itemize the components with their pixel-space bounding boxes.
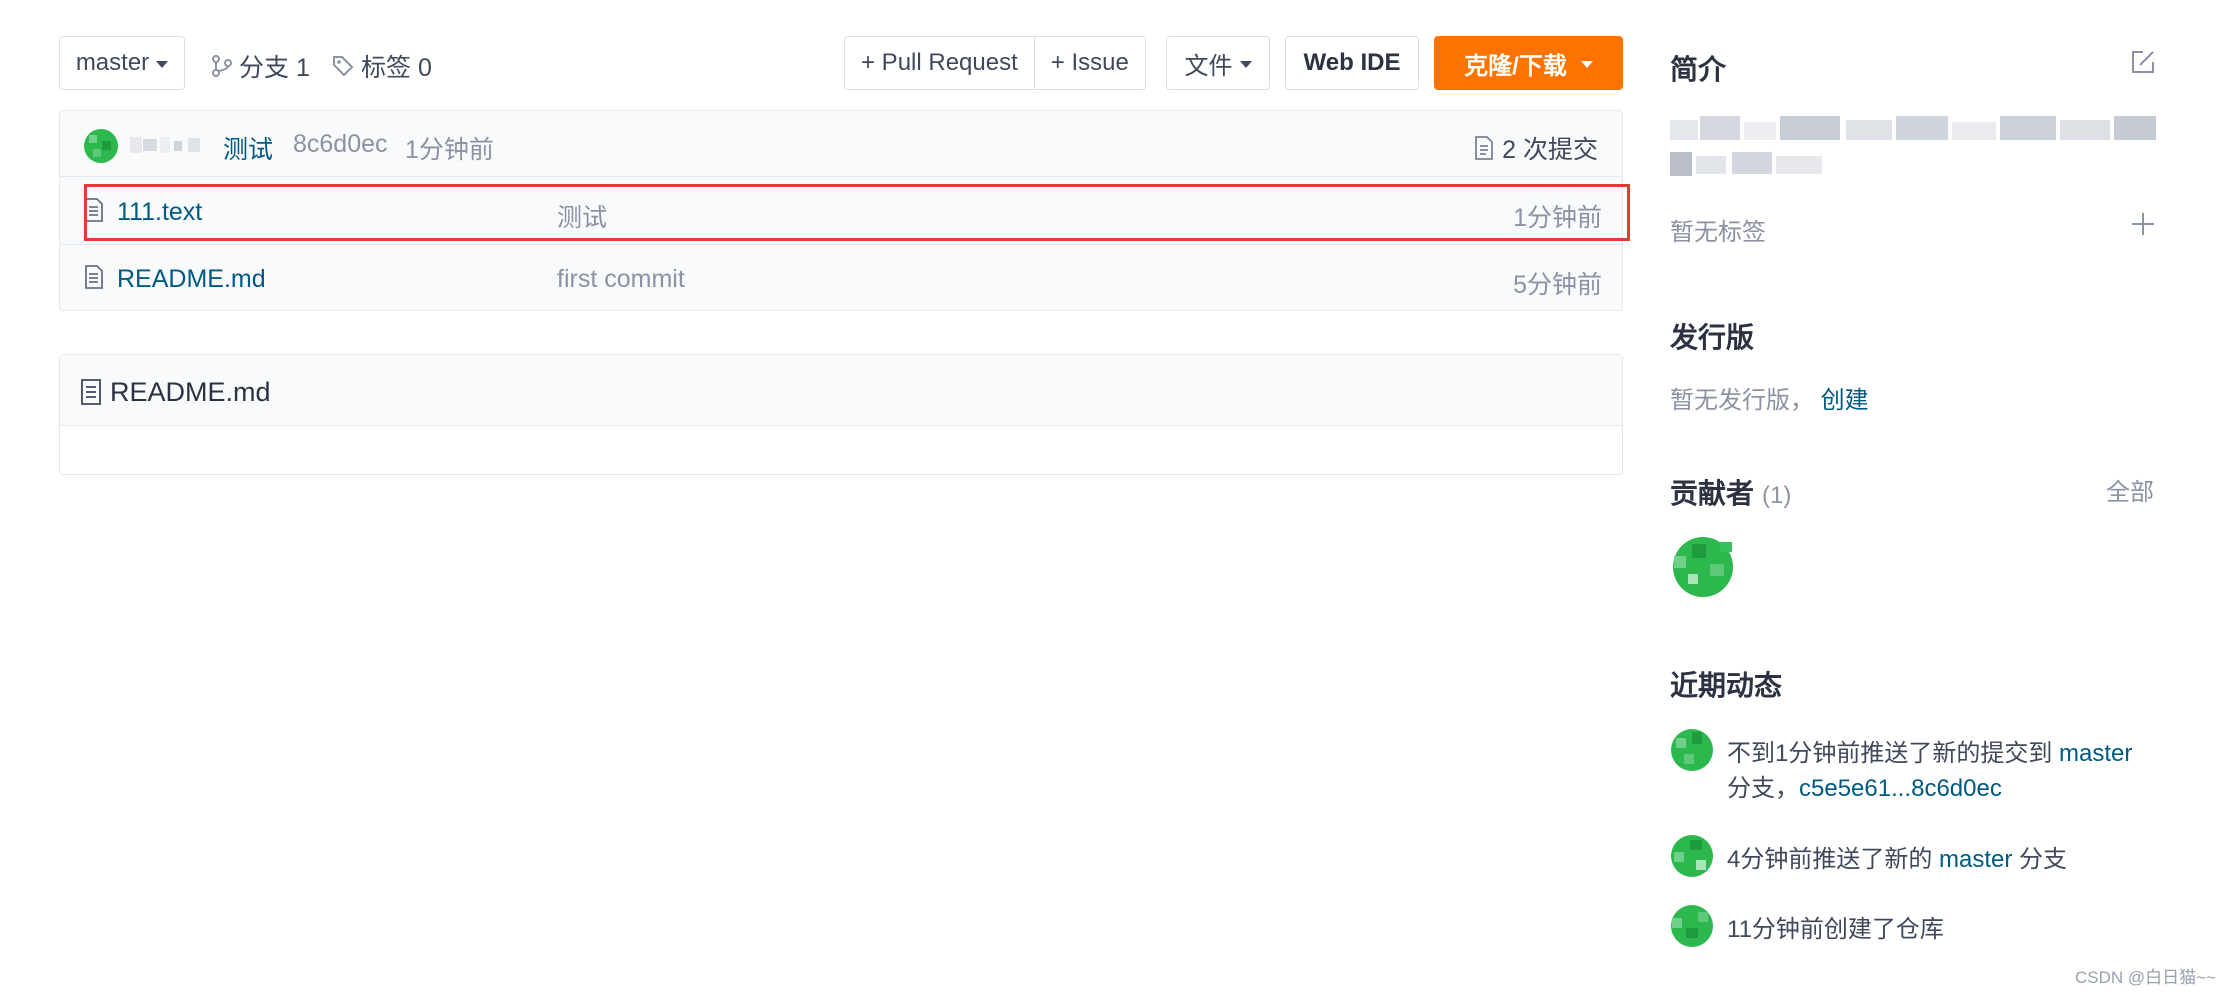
- file-name-link[interactable]: 111.text: [117, 198, 202, 227]
- create-release-link[interactable]: 创建: [1821, 387, 1869, 414]
- file-text-icon: [85, 198, 103, 222]
- branch-selector-label: master: [75, 49, 150, 76]
- commit-time: 1分钟前: [405, 136, 494, 164]
- contributor-avatar[interactable]: [1670, 534, 1736, 600]
- activity-item: 11分钟前创建了仓库: [1670, 904, 2160, 954]
- activity-text: 不到1分钟前推送了新的提交到 master 分支，c5e5e61...8c6d0e…: [1727, 736, 2157, 806]
- pr-issue-group: + Pull Request + Issue: [844, 36, 1146, 90]
- committer-avatar[interactable]: [84, 129, 118, 163]
- branches-label: 分支 1: [239, 54, 310, 82]
- commit-message-link[interactable]: 测试: [223, 130, 273, 166]
- file-text-icon: [85, 265, 103, 289]
- commit-count-label: 2 次提交: [1502, 136, 1598, 164]
- activity-avatar[interactable]: [1670, 904, 1714, 948]
- releases-title: 发行版: [1670, 322, 1755, 353]
- branch-icon: [212, 55, 232, 77]
- chevron-down-icon: [156, 60, 169, 68]
- latest-commit-bar: 测试 8c6d0ec 1分钟前 2 次提交: [60, 111, 1622, 177]
- contributors-title: 贡献者: [1670, 478, 1755, 509]
- file-row[interactable]: 111.text 测试 1分钟前: [60, 178, 1622, 245]
- activity-text-part: 不到1分钟前推送了新的提交到: [1727, 740, 2060, 767]
- web-ide-button[interactable]: Web IDE: [1285, 36, 1419, 90]
- branch-link[interactable]: master: [2059, 740, 2132, 767]
- committer-name-blurred: [130, 137, 200, 153]
- repo-page: master 分支 1 标签 0 + Pull Request + Issue: [0, 0, 2238, 994]
- repo-sidebar: 简介 暂无标签 发行版 暂无发行版， 创建 贡献者 (1) 全部 近期动态 不到…: [1670, 0, 2160, 994]
- file-commit-message[interactable]: first commit: [557, 265, 685, 294]
- no-releases-text: 暂无发行版，: [1670, 387, 1814, 414]
- readme-header: README.md: [60, 355, 1622, 426]
- edit-icon[interactable]: [2130, 49, 2156, 75]
- files-menu-button[interactable]: 文件: [1166, 36, 1270, 90]
- file-commit-time: 5分钟前: [1513, 271, 1602, 299]
- chevron-down-icon: [1580, 60, 1593, 68]
- activity-avatar[interactable]: [1670, 834, 1714, 878]
- activity-text-part: 分支，: [1727, 775, 1799, 802]
- tags-label: 标签 0: [361, 54, 432, 82]
- branch-link[interactable]: master: [1939, 846, 2012, 873]
- branch-selector[interactable]: master: [59, 36, 185, 90]
- activity-avatar[interactable]: [1670, 728, 1714, 772]
- activity-item: 4分钟前推送了新的 master 分支: [1670, 834, 2160, 884]
- file-commit-message[interactable]: 测试: [557, 198, 607, 234]
- intro-title: 简介: [1670, 54, 1727, 85]
- activity-text-part: 分支: [2012, 846, 2068, 873]
- branches-link[interactable]: 分支 1: [211, 48, 310, 84]
- files-menu-label: 文件: [1184, 52, 1233, 80]
- watermark: CSDN @白日猫~~: [2074, 968, 2216, 987]
- tags-link[interactable]: 标签 0: [331, 48, 432, 84]
- file-list-panel: 测试 8c6d0ec 1分钟前 2 次提交 111.text 测试 1分钟前 R…: [59, 110, 1623, 311]
- activity-text-part: 4分钟前推送了新的: [1727, 846, 1940, 873]
- file-name-link[interactable]: README.md: [117, 265, 266, 294]
- activity-item: 不到1分钟前推送了新的提交到 master 分支，c5e5e61...8c6d0e…: [1670, 728, 2160, 808]
- plus-icon[interactable]: [2130, 211, 2156, 237]
- clone-download-label: 克隆/下载: [1464, 52, 1567, 80]
- activity-text: 4分钟前推送了新的 master 分支: [1727, 842, 2157, 877]
- commit-range-link[interactable]: c5e5e61...8c6d0ec: [1799, 775, 2002, 802]
- file-row[interactable]: README.md first commit 5分钟前: [60, 245, 1622, 312]
- commit-history-icon: [1475, 136, 1494, 160]
- tag-icon: [333, 56, 354, 77]
- readme-title: README.md: [110, 377, 271, 407]
- clone-download-button[interactable]: 克隆/下载: [1434, 36, 1623, 90]
- issue-button[interactable]: + Issue: [1033, 37, 1145, 89]
- commit-sha[interactable]: 8c6d0ec: [293, 130, 388, 159]
- description-blurred: [1670, 116, 2156, 176]
- no-tags-text: 暂无标签: [1670, 219, 1766, 246]
- commit-count-link[interactable]: 2 次提交: [1474, 130, 1598, 166]
- chevron-down-icon: [1239, 60, 1252, 68]
- file-commit-time: 1分钟前: [1513, 204, 1602, 232]
- activity-title: 近期动态: [1670, 670, 1783, 701]
- all-contributors-link[interactable]: 全部: [2106, 472, 2154, 507]
- readme-panel: README.md: [59, 354, 1623, 475]
- readme-file-icon: [81, 379, 101, 405]
- contributors-count: (1): [1762, 482, 1792, 509]
- no-releases-row: 暂无发行版， 创建: [1670, 380, 1869, 415]
- contributors-heading: 贡献者 (1): [1670, 472, 1791, 512]
- activity-text: 11分钟前创建了仓库: [1727, 916, 1944, 943]
- repo-toolbar: master 分支 1 标签 0 + Pull Request + Issue: [59, 36, 1623, 90]
- pull-request-button[interactable]: + Pull Request: [845, 37, 1034, 89]
